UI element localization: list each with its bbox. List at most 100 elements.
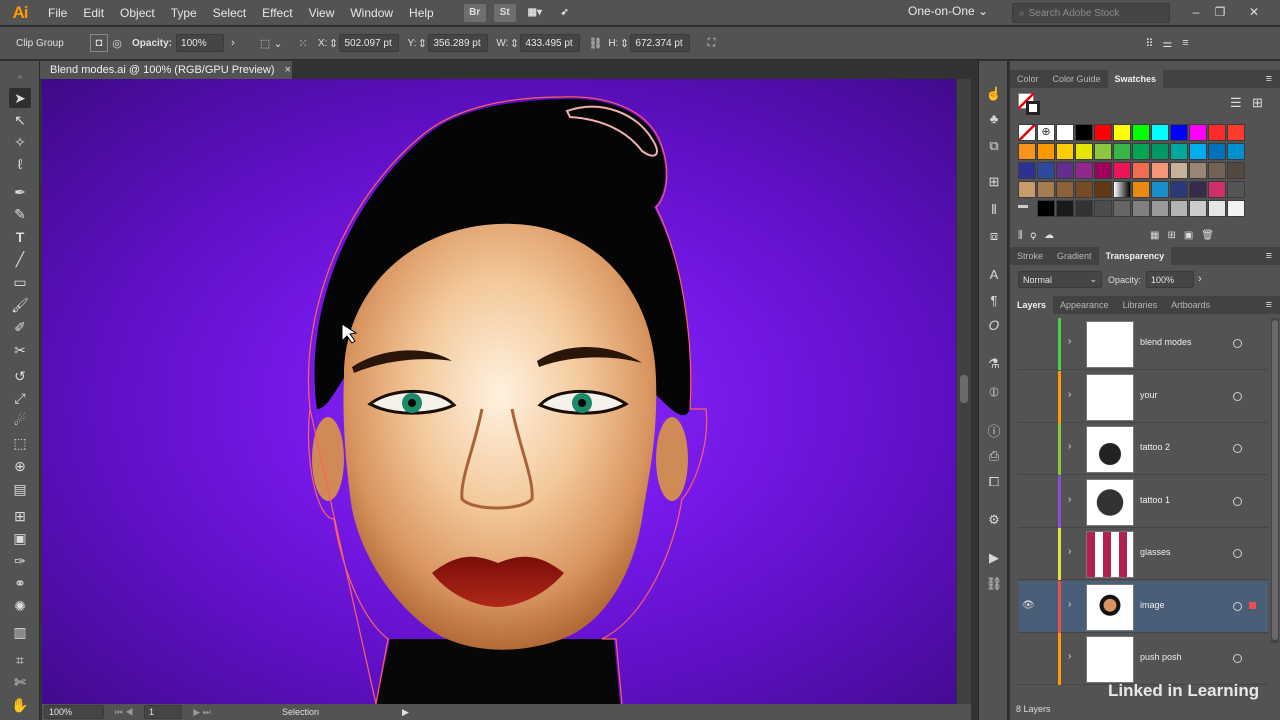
menu-help[interactable]: Help (401, 0, 442, 26)
swatch[interactable] (1075, 200, 1093, 217)
layer-target-icon[interactable] (1233, 601, 1242, 611)
chevron-down-icon[interactable]: ⌄ (273, 34, 282, 52)
swatch[interactable] (1189, 124, 1207, 141)
swatch[interactable] (1037, 181, 1055, 198)
h-stepper-icon[interactable]: ⇕ (618, 34, 630, 52)
expand-arrow-icon[interactable]: › (1068, 651, 1071, 662)
scroll-thumb[interactable] (960, 375, 968, 403)
collapse-icon[interactable]: « (9, 66, 31, 86)
pen-tool-icon[interactable]: ✒ (9, 182, 31, 202)
swatch[interactable] (1189, 162, 1207, 179)
zoom-field[interactable]: 100% (44, 705, 104, 719)
menu-effect[interactable]: Effect (254, 0, 300, 26)
swatch[interactable] (1094, 200, 1112, 217)
layer-row[interactable]: › glasses (1018, 528, 1268, 580)
paragraph-icon[interactable]: ¶ (984, 291, 1004, 309)
tab-artboards[interactable]: Artboards (1164, 296, 1217, 314)
gpu-performance-icon[interactable]: ➶ (554, 4, 576, 22)
menu-edit[interactable]: Edit (75, 0, 112, 26)
tab-transparency[interactable]: Transparency (1098, 247, 1172, 265)
swatch[interactable] (1151, 162, 1169, 179)
h-field[interactable]: 672.374 pt (630, 34, 691, 52)
vertical-scrollbar[interactable] (957, 79, 971, 704)
swatch[interactable] (1094, 181, 1112, 198)
align-selection-icon[interactable]: ⬚ (256, 34, 274, 52)
swatch[interactable] (1151, 124, 1169, 141)
swatch[interactable] (1132, 200, 1150, 217)
type-tool-icon[interactable]: T (9, 227, 31, 247)
y-field[interactable]: 356.289 pt (428, 34, 489, 52)
workspace-switcher[interactable]: One-on-One ⌄ (908, 4, 988, 18)
swatch[interactable] (1227, 162, 1245, 179)
close-icon[interactable]: × (285, 64, 291, 76)
tab-layers[interactable]: Layers (1010, 296, 1054, 314)
swatch[interactable] (1113, 143, 1131, 160)
swatch[interactable] (1189, 181, 1207, 198)
swatch[interactable] (1132, 143, 1150, 160)
selected-art-indicator[interactable] (1249, 601, 1256, 609)
swatch[interactable] (1094, 124, 1112, 141)
document-tab[interactable]: Blend modes.ai @ 100% (RGB/GPU Preview) … (40, 61, 292, 79)
layer-row[interactable]: 👁 › image (1018, 580, 1268, 633)
swatch[interactable] (1132, 162, 1150, 179)
swatch[interactable] (1075, 143, 1093, 160)
shaper-tool-icon[interactable]: ✐ (9, 317, 31, 337)
tab-color[interactable]: Color (1010, 70, 1046, 88)
swatch[interactable] (1113, 200, 1131, 217)
swatch[interactable] (1037, 200, 1055, 217)
menu-select[interactable]: Select (205, 0, 254, 26)
swatch[interactable] (1189, 143, 1207, 160)
swatch[interactable]: ▬ (1018, 200, 1036, 217)
swatch[interactable] (1018, 181, 1036, 198)
swatch[interactable] (1170, 200, 1188, 217)
x-stepper-icon[interactable]: ⇕ (327, 34, 339, 52)
perspective-grid-tool-icon[interactable]: ▤ (9, 479, 31, 499)
swatch[interactable] (1075, 124, 1093, 141)
document-info-icon[interactable]: ⎙ (984, 447, 1004, 465)
swatch[interactable] (1018, 162, 1036, 179)
artboard-nav-first-prev-icon[interactable]: ⏮ ◀ (104, 707, 144, 718)
layer-row[interactable]: › your (1018, 370, 1268, 423)
layer-target-icon[interactable] (1233, 391, 1242, 401)
slice-tool-icon[interactable]: ✄ (9, 672, 31, 692)
graphic-styles-icon[interactable]: ⚗ (984, 355, 1004, 373)
swatch[interactable] (1151, 143, 1169, 160)
layer-row[interactable]: › blend modes (1018, 318, 1268, 370)
layers-scrollbar[interactable] (1271, 318, 1279, 643)
isolate-icon[interactable]: ⠿ (1140, 34, 1158, 52)
y-stepper-icon[interactable]: ⇕ (416, 34, 428, 52)
transform-panel-icon[interactable]: ⊞ (984, 173, 1004, 191)
bridge-button[interactable]: Br (463, 3, 486, 22)
line-tool-icon[interactable]: ╱ (9, 249, 31, 269)
mesh-tool-icon[interactable]: ⊞ (9, 506, 31, 526)
swatch[interactable] (1132, 181, 1150, 198)
panel-menu-icon[interactable]: ≡ (1176, 34, 1194, 52)
constrain-proportions-icon[interactable]: ⛓ (586, 34, 604, 52)
menu-view[interactable]: View (301, 0, 343, 26)
scissors-tool-icon[interactable]: ✂ (9, 340, 31, 360)
actions-play-icon[interactable]: ▶ (984, 549, 1004, 567)
reference-point-icon[interactable]: ⁙ (294, 34, 312, 52)
character-icon[interactable]: A (984, 265, 1004, 283)
swatch[interactable] (1208, 181, 1226, 198)
swatch[interactable] (1056, 200, 1074, 217)
blend-tool-icon[interactable]: ⚭ (9, 573, 31, 593)
expand-arrow-icon[interactable]: › (1068, 389, 1071, 400)
graph-tool-icon[interactable]: ▥ (9, 622, 31, 642)
swatch[interactable] (1170, 162, 1188, 179)
close-icon[interactable]: ✕ (1244, 3, 1264, 21)
visibility-eye-icon[interactable]: 👁 (1022, 600, 1036, 611)
layer-name[interactable]: tattoo 2 (1140, 442, 1170, 452)
artboard-tool-icon[interactable]: ⌗ (9, 650, 31, 670)
align-panel-icon[interactable]: ⫴ (984, 201, 1004, 219)
swatch-library-icons[interactable]: ⫼⚲☁ (1018, 230, 1062, 241)
swatch[interactable] (1227, 181, 1245, 198)
swatch[interactable] (1075, 181, 1093, 198)
expand-arrow-icon[interactable]: › (1068, 599, 1071, 610)
w-field[interactable]: 433.495 pt (520, 34, 581, 52)
swatch[interactable] (1056, 143, 1074, 160)
transparency-opacity-field[interactable]: 100% (1146, 271, 1194, 288)
artboard-canvas[interactable] (42, 79, 956, 704)
panel-menu-icon[interactable]: ≡ (1266, 73, 1272, 85)
minimize-icon[interactable]: – (1186, 3, 1206, 21)
